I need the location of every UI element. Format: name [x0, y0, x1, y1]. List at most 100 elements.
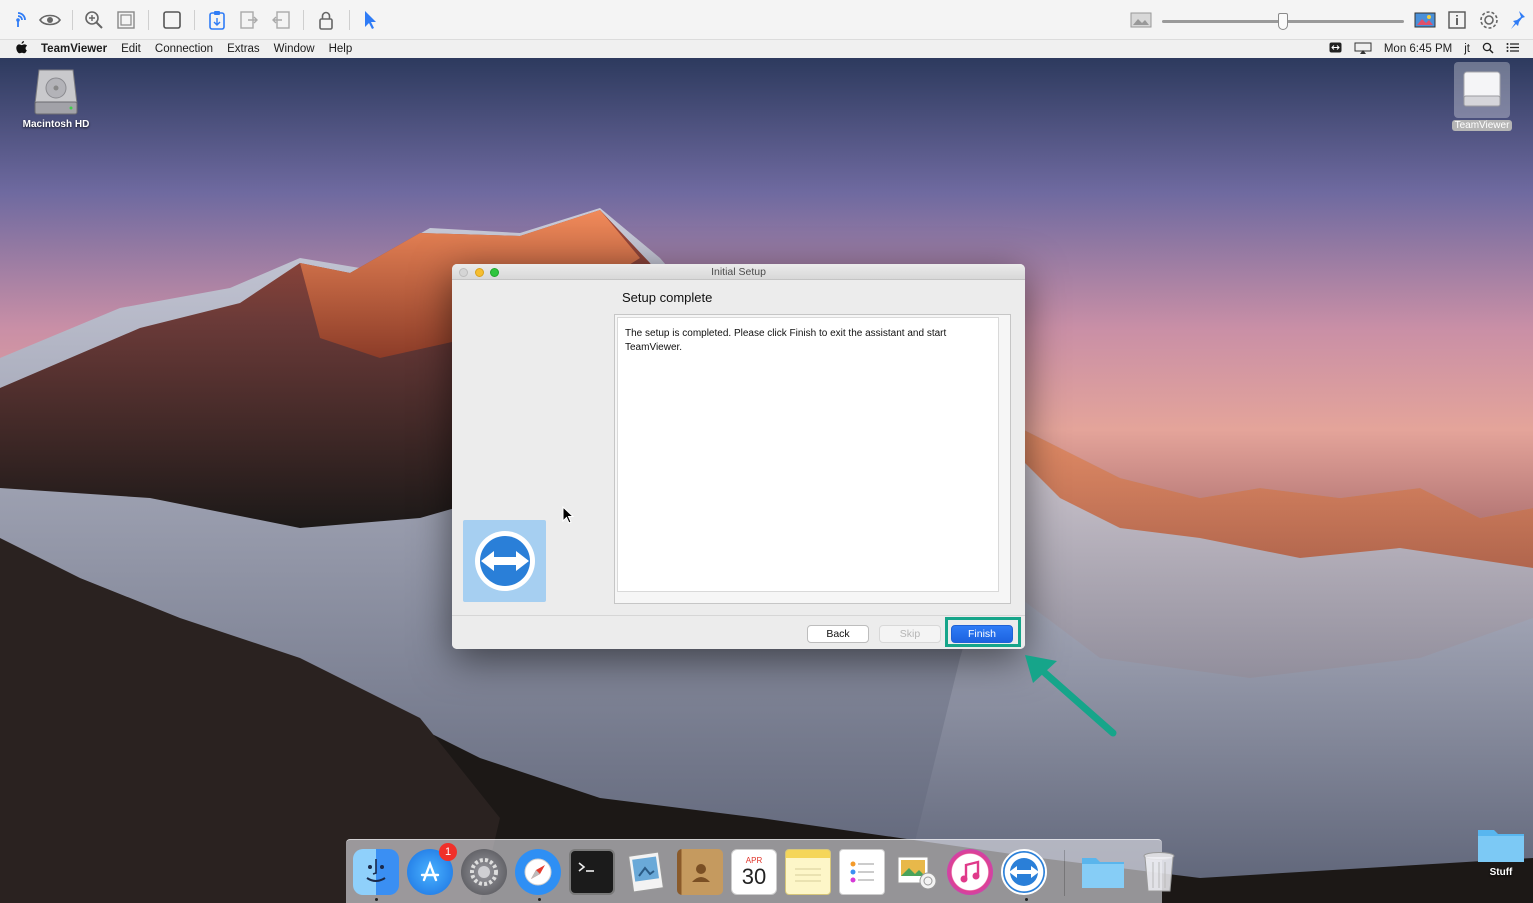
- dock-system-preferences[interactable]: [461, 849, 507, 895]
- dock-finder[interactable]: [353, 849, 399, 895]
- finish-highlight-box: [945, 617, 1021, 647]
- teamviewer-logo: [463, 520, 546, 602]
- dock-preview[interactable]: [623, 849, 669, 895]
- app-store-badge: 1: [439, 843, 457, 861]
- desktop-icon-macintosh-hd[interactable]: Macintosh HD: [20, 66, 92, 130]
- reminders-icon: [850, 861, 874, 883]
- terminal-icon: [578, 862, 594, 872]
- photos-icon: [897, 856, 937, 890]
- quality-slider-thumb[interactable]: [1278, 13, 1288, 30]
- back-button[interactable]: Back: [807, 625, 869, 643]
- notification-center-icon[interactable]: [1506, 42, 1519, 56]
- teamviewer-status-icon[interactable]: [1329, 42, 1342, 56]
- toolbar-separator: [303, 10, 304, 30]
- disk-image-icon: [1463, 71, 1501, 107]
- dock-contacts[interactable]: [677, 849, 723, 895]
- toolbar-separator: [148, 10, 149, 30]
- menu-bar: TeamViewer Edit Connection Extras Window…: [0, 40, 1533, 58]
- quality-high-icon[interactable]: [1413, 8, 1437, 32]
- dock-photos[interactable]: [893, 849, 939, 895]
- view-icon[interactable]: [38, 8, 62, 32]
- setup-dialog: Initial Setup Setup complete The setup i…: [452, 264, 1025, 649]
- menu-edit[interactable]: Edit: [121, 43, 141, 55]
- music-note-icon: [960, 860, 980, 883]
- zoom-icon[interactable]: [82, 8, 106, 32]
- menu-clock[interactable]: Mon 6:45 PM: [1384, 43, 1452, 55]
- hard-drive-icon: [34, 69, 78, 115]
- close-button[interactable]: [459, 268, 468, 277]
- dock: 1 APR 30: [346, 839, 1175, 903]
- menu-connection[interactable]: Connection: [155, 43, 213, 55]
- menu-window[interactable]: Window: [274, 43, 315, 55]
- fullscreen-icon[interactable]: [160, 8, 184, 32]
- calendar-day: 30: [741, 863, 767, 889]
- quality-low-icon[interactable]: [1129, 8, 1153, 32]
- desktop-icon-teamviewer-dmg[interactable]: TeamViewer: [1449, 62, 1515, 131]
- preview-icon: [628, 851, 664, 893]
- pointer-icon[interactable]: [358, 8, 382, 32]
- dock-separator: [1064, 850, 1065, 896]
- dock-trash[interactable]: [1136, 849, 1182, 895]
- message-text-area[interactable]: The setup is completed. Please click Fin…: [617, 317, 999, 592]
- clipboard-icon[interactable]: [205, 8, 229, 32]
- apple-menu-icon[interactable]: [16, 41, 28, 57]
- desktop-icon-label: Macintosh HD: [22, 119, 90, 130]
- notes-icon: [795, 868, 821, 882]
- pin-icon[interactable]: [1506, 8, 1530, 32]
- dialog-title: Initial Setup: [711, 266, 766, 278]
- airplay-icon[interactable]: [1354, 42, 1372, 57]
- skip-button[interactable]: Skip: [879, 625, 941, 643]
- dialog-body: Setup complete The setup is completed. P…: [452, 281, 1025, 614]
- folder-icon: [1082, 858, 1124, 888]
- desktop-icon-label: TeamViewer: [1451, 120, 1513, 131]
- dialog-titlebar[interactable]: Initial Setup: [452, 264, 1025, 280]
- menu-user[interactable]: jt: [1464, 43, 1470, 55]
- mouse-cursor-icon: [562, 506, 574, 524]
- info-icon[interactable]: [1445, 8, 1469, 32]
- dock-terminal[interactable]: [569, 849, 615, 895]
- lock-icon[interactable]: [314, 8, 338, 32]
- dock-reminders[interactable]: [839, 849, 885, 895]
- step-title: Setup complete: [622, 290, 713, 305]
- settings-icon[interactable]: [1477, 8, 1501, 32]
- toolbar-separator: [349, 10, 350, 30]
- zoom-button[interactable]: [490, 268, 499, 277]
- dialog-footer: Back Skip Finish: [452, 615, 1025, 649]
- file-transfer-icon[interactable]: [237, 8, 261, 32]
- desktop-icon-label: Stuff: [1489, 867, 1513, 878]
- file-transfer-back-icon[interactable]: [269, 8, 293, 32]
- trash-icon: [1143, 852, 1175, 892]
- toolbar-separator: [194, 10, 195, 30]
- minimize-button[interactable]: [475, 268, 484, 277]
- compass-icon: [524, 858, 552, 886]
- remote-control-icon[interactable]: [6, 8, 30, 32]
- gear-icon: [470, 858, 498, 886]
- dock-calendar[interactable]: APR 30: [731, 849, 777, 895]
- dock-notes[interactable]: [785, 849, 831, 895]
- fit-screen-icon[interactable]: [114, 8, 138, 32]
- menu-app-name[interactable]: TeamViewer: [41, 43, 107, 55]
- folder-icon: [1478, 830, 1524, 862]
- desktop-icon-stuff[interactable]: Stuff: [1474, 824, 1528, 878]
- menu-extras[interactable]: Extras: [227, 43, 260, 55]
- dock-teamviewer[interactable]: [1001, 849, 1047, 895]
- remote-toolbar: [0, 0, 1533, 40]
- toolbar-separator: [72, 10, 73, 30]
- dock-safari[interactable]: [515, 849, 561, 895]
- finder-icon: [366, 859, 386, 882]
- running-indicator: [538, 898, 541, 901]
- running-indicator: [375, 898, 378, 901]
- teamviewer-icon: [1009, 858, 1039, 886]
- contacts-icon: [692, 864, 710, 882]
- dock-itunes[interactable]: [947, 849, 993, 895]
- app-store-icon: [420, 860, 440, 882]
- content-frame: The setup is completed. Please click Fin…: [614, 314, 1011, 604]
- annotation-arrow-icon: [1025, 655, 1117, 737]
- menu-help[interactable]: Help: [329, 43, 353, 55]
- dock-downloads[interactable]: [1080, 849, 1126, 895]
- teamviewer-logo-icon: [474, 531, 535, 591]
- dock-app-store[interactable]: 1: [407, 843, 457, 895]
- spotlight-icon[interactable]: [1482, 42, 1494, 57]
- setup-message: The setup is completed. Please click Fin…: [625, 328, 947, 353]
- running-indicator: [1025, 898, 1028, 901]
